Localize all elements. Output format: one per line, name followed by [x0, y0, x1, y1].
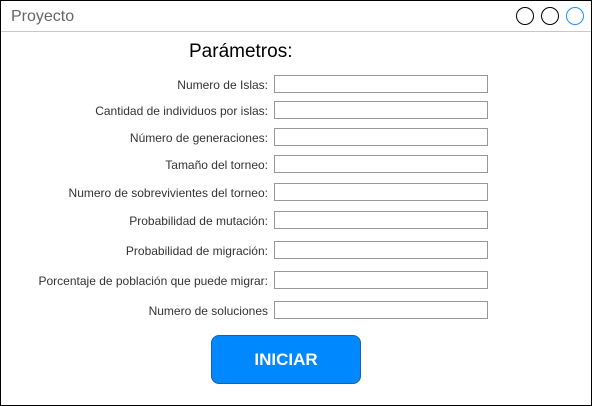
label-migration-percentage: Porcentaje de población que puede migrar… — [38, 274, 269, 288]
label-migration-probability: Probabilidad de migración: — [125, 244, 268, 258]
input-individuals-per-island[interactable] — [274, 101, 488, 119]
input-tournament-survivors[interactable] — [274, 183, 488, 201]
label-generations: Número de generaciones: — [129, 131, 268, 145]
input-solutions[interactable] — [274, 301, 488, 319]
start-button[interactable]: INICIAR — [211, 335, 361, 384]
label-solutions: Numero de soluciones — [148, 304, 268, 318]
label-mutation-probability: Probabilidad de mutación: — [129, 214, 268, 228]
input-generations[interactable] — [274, 128, 488, 146]
close-icon[interactable] — [566, 7, 584, 25]
input-migration-probability[interactable] — [274, 241, 488, 259]
label-tournament-survivors: Numero de sobrevivientes del torneo: — [68, 186, 268, 200]
input-migration-percentage[interactable] — [274, 271, 488, 289]
minimize-icon[interactable] — [516, 7, 534, 25]
form-heading: Parámetros: — [189, 41, 293, 62]
label-islands: Numero de Islas: — [177, 78, 268, 92]
title-bar: Proyecto — [1, 1, 591, 32]
label-tournament-size: Tamaño del torneo: — [165, 158, 268, 172]
input-islands[interactable] — [274, 75, 488, 93]
maximize-icon[interactable] — [541, 7, 559, 25]
label-individuals-per-island: Cantidad de individuos por islas: — [95, 104, 268, 118]
window-title: Proyecto — [11, 8, 75, 25]
input-mutation-probability[interactable] — [274, 211, 488, 229]
input-tournament-size[interactable] — [274, 155, 488, 173]
app-window: Proyecto Parámetros: Numero de Islas: Can… — [0, 0, 592, 406]
